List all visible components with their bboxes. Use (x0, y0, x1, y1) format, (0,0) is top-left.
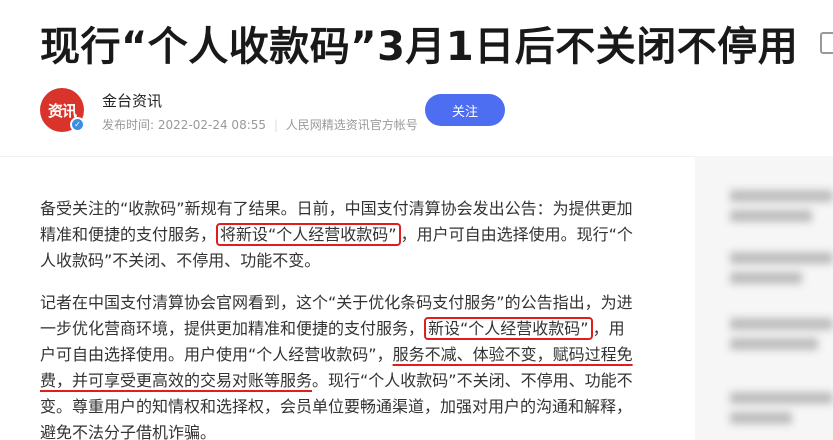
sidebar-blurred-item[interactable] (730, 252, 833, 292)
verified-icon: ✓ (70, 117, 85, 132)
bookmark-icon[interactable] (820, 32, 833, 54)
paragraph-1: 备受关注的“收款码”新规有了结果。日前，中国支付清算协会发出公告：为提供更加精准… (40, 196, 640, 274)
p1-highlight-box: 将新设“个人经营收款码” (216, 223, 401, 246)
article-title: 现行“个人收款码”3月1日后不关闭不停用 (40, 14, 798, 72)
title-text: 现行“个人收款码”3月1日后不关闭不停用 (40, 24, 799, 70)
follow-label: 关注 (451, 104, 478, 120)
meta-divider: | (273, 118, 278, 132)
account-description: 人民网精选资讯官方帐号 (285, 118, 418, 132)
article-body: 备受关注的“收款码”新规有了结果。日前，中国支付清算协会发出公告：为提供更加精准… (40, 196, 640, 440)
p2-highlight-box: 新设“个人经营收款码” (424, 317, 593, 340)
publish-label: 发布时间: (102, 118, 155, 132)
header-divider (0, 156, 700, 157)
sidebar-blurred-item[interactable] (730, 318, 833, 358)
author-info: 资讯 ✓ 金台资讯 发布时间: 2022-02-24 08:55 | 人民网精选… (40, 88, 460, 134)
paragraph-2: 记者在中国支付清算协会官网看到，这个“关于优化条码支付服务”的公告指出，为进一步… (40, 290, 640, 440)
follow-button[interactable]: 关注 (425, 94, 505, 126)
avatar-text: 资讯 (47, 101, 77, 120)
publish-time: 2022-02-24 08:55 (157, 118, 267, 132)
sidebar-blurred-item[interactable] (730, 190, 833, 230)
sidebar-blurred-item[interactable] (730, 392, 833, 432)
author-name[interactable]: 金台资讯 (102, 90, 162, 111)
publish-meta: 发布时间: 2022-02-24 08:55 | 人民网精选资讯官方帐号 (102, 116, 418, 133)
